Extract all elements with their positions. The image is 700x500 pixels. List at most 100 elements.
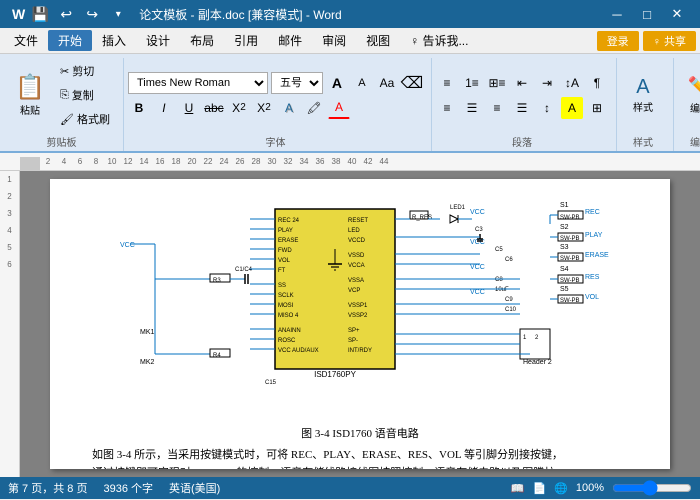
paragraph-group: ≡ 1≡ ⊞≡ ⇤ ⇥ ↕A ¶ ≡ ☰ ≡ ☰ ↕ A bbox=[432, 58, 617, 151]
menu-insert[interactable]: 插入 bbox=[92, 30, 136, 51]
menu-review[interactable]: 审阅 bbox=[312, 30, 356, 51]
svg-text:REC: REC bbox=[585, 209, 600, 216]
underline-btn[interactable]: U bbox=[178, 97, 200, 119]
menu-file[interactable]: 文件 bbox=[4, 30, 48, 51]
vertical-ruler: 1 2 3 4 5 6 bbox=[0, 171, 20, 477]
sort-btn[interactable]: ↕A bbox=[561, 72, 583, 94]
clear-format-btn[interactable]: ⌫ bbox=[401, 72, 423, 94]
svg-text:VCC: VCC bbox=[470, 209, 485, 216]
font-row-1: Times New Roman 五号 小四 四号 A A Aa ⌫ bbox=[128, 72, 423, 94]
svg-text:C1/C4: C1/C4 bbox=[235, 267, 253, 273]
styles-content: A 样式 bbox=[621, 58, 665, 132]
bullets-btn[interactable]: ≡ bbox=[436, 72, 458, 94]
font-size-select[interactable]: 五号 小四 四号 bbox=[271, 72, 323, 94]
menu-home[interactable]: 开始 bbox=[48, 30, 92, 51]
font-color-btn[interactable]: A bbox=[328, 97, 350, 119]
title-left: W 💾 ↩ ↪ ▾ 论文模板 - 副本.doc [兼容模式] - Word bbox=[8, 3, 342, 25]
text-highlight-btn[interactable]: 🖍 bbox=[303, 97, 325, 119]
maximize-btn[interactable]: □ bbox=[632, 0, 662, 28]
svg-text:SS: SS bbox=[278, 283, 286, 289]
justify-btn[interactable]: ☰ bbox=[511, 97, 533, 119]
menu-mailings[interactable]: 邮件 bbox=[268, 30, 312, 51]
zoom-slider[interactable] bbox=[612, 480, 692, 496]
align-center-btn[interactable]: ☰ bbox=[461, 97, 483, 119]
styles-btn[interactable]: A 样式 bbox=[621, 67, 665, 123]
align-right-btn[interactable]: ≡ bbox=[486, 97, 508, 119]
bold-btn[interactable]: B bbox=[128, 97, 150, 119]
text-effect-btn[interactable]: A bbox=[278, 97, 300, 119]
save-btn[interactable]: 💾 bbox=[29, 3, 51, 25]
svg-text:LED1: LED1 bbox=[450, 205, 466, 211]
superscript-btn[interactable]: X2 bbox=[253, 97, 275, 119]
svg-text:ERASE: ERASE bbox=[585, 252, 609, 259]
change-case-btn[interactable]: Aa bbox=[376, 72, 398, 94]
align-left-btn[interactable]: ≡ bbox=[436, 97, 458, 119]
menu-design[interactable]: 设计 bbox=[136, 30, 180, 51]
para-controls: ≡ 1≡ ⊞≡ ⇤ ⇥ ↕A ¶ ≡ ☰ ≡ ☰ ↕ A bbox=[436, 72, 608, 119]
menu-help[interactable]: ♀ 告诉我... bbox=[400, 30, 478, 51]
view-mode-print[interactable]: 📄 bbox=[532, 482, 546, 495]
ribbon: 📋 粘贴 ✂ 剪切 ⎘ 复制 🖌 格式刷 bbox=[0, 54, 700, 153]
word-count: 3936 个字 bbox=[103, 480, 153, 496]
svg-text:VSSP2: VSSP2 bbox=[348, 313, 368, 319]
document-page: ISD1760PY REC 24 PLAY ERASE FWD VOL FT S… bbox=[50, 179, 670, 469]
decrease-indent-btn[interactable]: ⇤ bbox=[511, 72, 533, 94]
grow-font-btn[interactable]: A bbox=[326, 72, 348, 94]
svg-text:VCC: VCC bbox=[470, 264, 485, 271]
dropdown-btn[interactable]: ▾ bbox=[107, 3, 129, 25]
svg-text:RESET: RESET bbox=[348, 218, 368, 224]
show-marks-btn[interactable]: ¶ bbox=[586, 72, 608, 94]
edit-icon: ✏️ bbox=[688, 75, 700, 100]
shading-btn[interactable]: A bbox=[561, 97, 583, 119]
undo-btn[interactable]: ↩ bbox=[55, 3, 77, 25]
cut-icon: ✂ bbox=[60, 65, 69, 78]
clipboard-group: 📋 粘贴 ✂ 剪切 ⎘ 复制 🖌 格式刷 bbox=[4, 58, 124, 151]
circuit-diagram-area: ISD1760PY REC 24 PLAY ERASE FWD VOL FT S… bbox=[70, 189, 650, 419]
edit-btn[interactable]: ✏️ 编辑 bbox=[678, 67, 700, 123]
svg-text:LED: LED bbox=[348, 228, 360, 234]
svg-text:ERASE: ERASE bbox=[278, 238, 298, 244]
zoom-level: 100% bbox=[576, 482, 604, 494]
redo-btn[interactable]: ↪ bbox=[81, 3, 103, 25]
svg-text:SW-PB: SW-PB bbox=[560, 278, 580, 284]
svg-text:RES: RES bbox=[585, 274, 600, 281]
view-mode-read[interactable]: 📖 bbox=[511, 482, 525, 495]
subscript-btn[interactable]: X2 bbox=[228, 97, 250, 119]
svg-text:VCP: VCP bbox=[348, 288, 360, 294]
shrink-font-btn[interactable]: A bbox=[351, 72, 373, 94]
close-btn[interactable]: ✕ bbox=[662, 0, 692, 28]
copy-btn[interactable]: ⎘ 复制 bbox=[55, 84, 115, 106]
svg-text:VCC: VCC bbox=[470, 289, 485, 296]
svg-text:SW-PB: SW-PB bbox=[560, 298, 580, 304]
menu-layout[interactable]: 布局 bbox=[180, 30, 224, 51]
font-name-select[interactable]: Times New Roman bbox=[128, 72, 268, 94]
share-btn[interactable]: ♀ 共享 bbox=[643, 31, 696, 51]
font-label: 字体 bbox=[265, 134, 285, 151]
menu-references[interactable]: 引用 bbox=[224, 30, 268, 51]
login-btn[interactable]: 登录 bbox=[597, 31, 639, 51]
svg-text:SP+: SP+ bbox=[348, 328, 360, 334]
borders-btn[interactable]: ⊞ bbox=[586, 97, 608, 119]
svg-text:S4: S4 bbox=[560, 266, 569, 273]
svg-text:PLAY: PLAY bbox=[585, 232, 603, 239]
svg-text:2: 2 bbox=[535, 335, 539, 341]
cut-btn[interactable]: ✂ 剪切 bbox=[55, 60, 115, 82]
italic-btn[interactable]: I bbox=[153, 97, 175, 119]
styles-group: A 样式 样式 bbox=[617, 58, 674, 151]
format-painter-btn[interactable]: 🖌 格式刷 bbox=[55, 108, 115, 130]
strikethrough-btn[interactable]: abc bbox=[203, 97, 225, 119]
svg-text:S2: S2 bbox=[560, 224, 569, 231]
multilevel-btn[interactable]: ⊞≡ bbox=[486, 72, 508, 94]
menu-view[interactable]: 视图 bbox=[356, 30, 400, 51]
paste-btn[interactable]: 📋 粘贴 bbox=[8, 67, 52, 123]
styles-icon: A bbox=[636, 76, 649, 99]
increase-indent-btn[interactable]: ⇥ bbox=[536, 72, 558, 94]
minimize-btn[interactable]: － bbox=[602, 0, 632, 28]
line-spacing-btn[interactable]: ↕ bbox=[536, 97, 558, 119]
svg-text:VCCD: VCCD bbox=[348, 238, 366, 244]
svg-text:SW-PB: SW-PB bbox=[560, 236, 580, 242]
view-mode-web[interactable]: 🌐 bbox=[554, 482, 568, 495]
top-right-buttons: 登录 ♀ 共享 bbox=[597, 31, 696, 51]
numbering-btn[interactable]: 1≡ bbox=[461, 72, 483, 94]
status-right: 📖 📄 🌐 100% bbox=[511, 480, 692, 496]
